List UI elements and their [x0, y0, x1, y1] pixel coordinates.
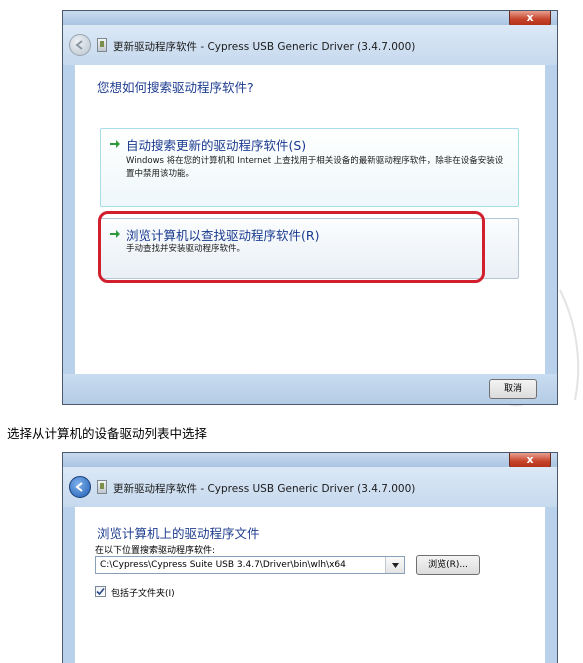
cancel-button[interactable]: 取消: [489, 379, 537, 399]
search-location-label: 在以下位置搜索驱动程序软件:: [95, 546, 216, 556]
back-button[interactable]: [69, 476, 91, 498]
window-title: 更新驱动程序软件 - Cypress USB Generic Driver (3…: [113, 483, 416, 495]
window-content: 浏览计算机上的驱动程序文件 在以下位置搜索驱动程序软件: 浏览(R)... 包括…: [75, 507, 545, 663]
close-icon: x: [526, 453, 534, 466]
window-title: 更新驱动程序软件 - Cypress USB Generic Driver (3…: [113, 41, 416, 53]
back-button[interactable]: [69, 34, 91, 56]
window-navbar: 更新驱动程序软件 - Cypress USB Generic Driver (3…: [63, 467, 557, 507]
option-auto-search[interactable]: 自动搜索更新的驱动程序软件(S) Windows 将在您的计算机和 Intern…: [100, 128, 519, 207]
close-icon: x: [526, 11, 534, 24]
driver-icon: [97, 38, 107, 52]
window-titlebar: [63, 11, 557, 25]
driver-path-input[interactable]: [95, 556, 405, 574]
driver-update-window-2: x 更新驱动程序软件 - Cypress USB Generic Driver …: [62, 452, 558, 663]
include-subfolders-label: 包括子文件夹(I): [111, 589, 175, 599]
caption-text: 选择从计算机的设备驱动列表中选择: [7, 426, 208, 441]
option-auto-search-title: 自动搜索更新的驱动程序软件(S): [126, 138, 307, 153]
path-dropdown-button[interactable]: [385, 557, 404, 573]
driver-update-window-1: x 更新驱动程序软件 - Cypress USB Generic Driver …: [62, 10, 558, 405]
page-heading: 浏览计算机上的驱动程序文件: [97, 526, 260, 541]
window-titlebar: [63, 453, 557, 467]
window-footer: 取消: [63, 374, 557, 404]
option-auto-search-description: Windows 将在您的计算机和 Internet 上查找用于相关设备的最新驱动…: [126, 156, 504, 179]
back-arrow-icon: [75, 40, 83, 50]
back-arrow-icon: [75, 482, 83, 492]
window-navbar: 更新驱动程序软件 - Cypress USB Generic Driver (3…: [63, 25, 557, 65]
green-arrow-icon: [110, 140, 120, 148]
highlight-ring: [98, 211, 485, 283]
browse-button[interactable]: 浏览(R)...: [416, 555, 480, 575]
driver-icon: [97, 480, 107, 494]
include-subfolders-checkbox[interactable]: [95, 586, 106, 597]
checkmark-icon: [96, 587, 105, 596]
page-heading: 您想如何搜索驱动程序软件?: [97, 80, 254, 95]
dropdown-arrow-icon: [391, 562, 399, 568]
